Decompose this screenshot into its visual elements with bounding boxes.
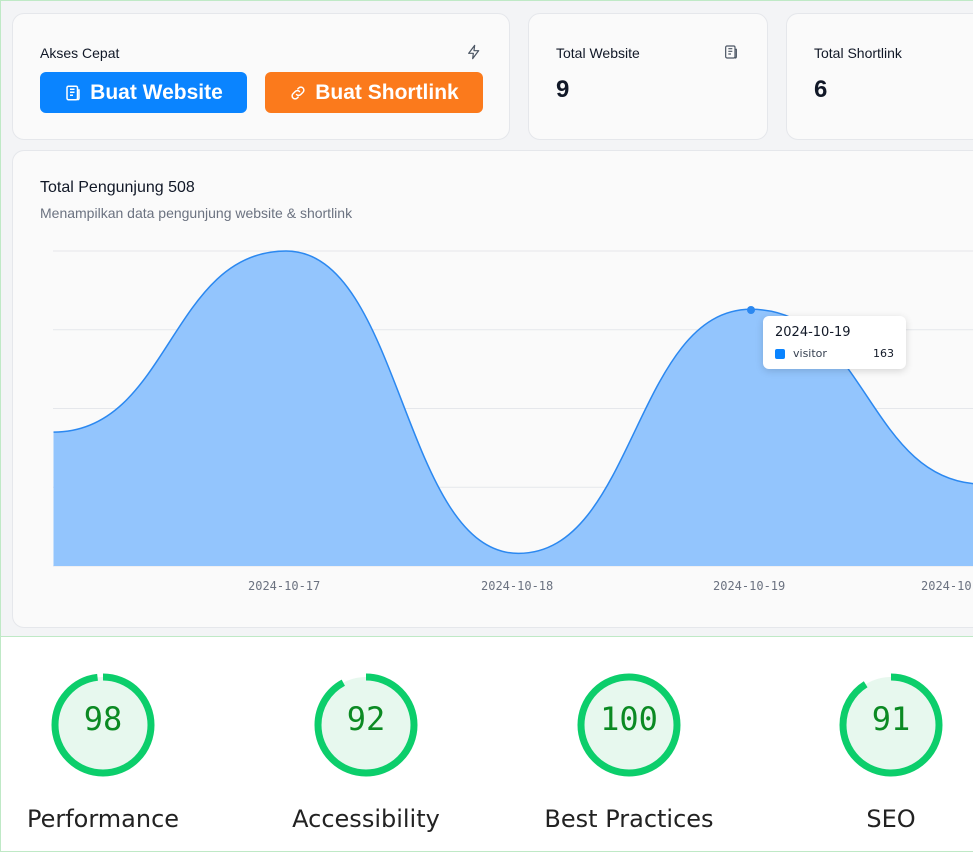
total-shortlink-value: 6 bbox=[814, 76, 828, 103]
link-icon bbox=[291, 85, 305, 100]
create-shortlink-label: Buat Shortlink bbox=[315, 80, 459, 104]
x-tick-label: 2024-10-19 bbox=[713, 579, 786, 593]
create-website-button[interactable]: Buat Website bbox=[40, 72, 247, 113]
accessibility-score: 92 bbox=[346, 700, 386, 738]
total-website-value: 9 bbox=[556, 76, 570, 103]
bolt-icon bbox=[468, 44, 480, 60]
seo-label: SEO bbox=[866, 805, 916, 833]
tooltip-value: 163 bbox=[873, 347, 894, 360]
total-website-label: Total Website bbox=[556, 45, 640, 61]
newspaper-icon bbox=[66, 85, 80, 100]
total-shortlink-label: Total Shortlink bbox=[814, 45, 902, 61]
quick-access-title: Akses Cepat bbox=[40, 45, 120, 61]
create-website-label: Buat Website bbox=[90, 80, 223, 104]
performance-score: 98 bbox=[83, 700, 123, 738]
tooltip-series-swatch bbox=[775, 349, 785, 359]
x-tick-label: 2024-10-17 bbox=[248, 579, 321, 593]
visitor-chart-card bbox=[12, 150, 973, 628]
create-shortlink-button[interactable]: Buat Shortlink bbox=[265, 72, 483, 113]
x-tick-label: 2024-10-18 bbox=[481, 579, 554, 593]
x-tick-label: 2024-10 bbox=[921, 579, 972, 593]
tooltip-series-name: visitor bbox=[793, 347, 827, 360]
newspaper-icon bbox=[725, 45, 737, 59]
best-practices-label: Best Practices bbox=[544, 805, 714, 833]
chart-tooltip: 2024-10-19 visitor 163 bbox=[763, 316, 906, 369]
accessibility-label: Accessibility bbox=[292, 805, 440, 833]
performance-label: Performance bbox=[26, 805, 180, 833]
best-practices-score: 100 bbox=[600, 700, 658, 738]
tooltip-date: 2024-10-19 bbox=[775, 325, 851, 340]
seo-score: 91 bbox=[871, 700, 911, 738]
chart-title: Total Pengunjung 508 bbox=[40, 179, 195, 196]
chart-subtitle: Menampilkan data pengunjung website & sh… bbox=[40, 205, 353, 221]
